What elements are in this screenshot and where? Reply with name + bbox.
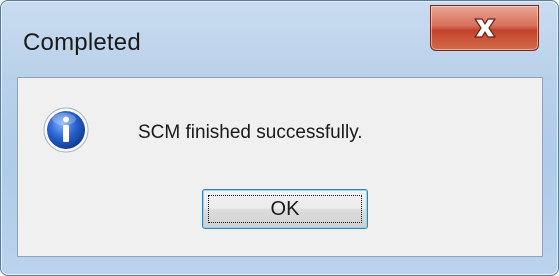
title-bar[interactable]: Completed — [1, 1, 558, 71]
dialog-content: SCM finished successfully. OK — [17, 77, 543, 257]
ok-button-label: OK — [270, 197, 300, 220]
dialog-window: Completed SCM finished successfully. OK — [0, 0, 559, 276]
close-icon — [473, 18, 496, 38]
close-button[interactable] — [430, 5, 539, 51]
info-icon — [43, 107, 89, 153]
ok-button[interactable]: OK — [202, 189, 368, 229]
dialog-message: SCM finished successfully. — [138, 122, 363, 143]
window-title: Completed — [23, 29, 141, 56]
